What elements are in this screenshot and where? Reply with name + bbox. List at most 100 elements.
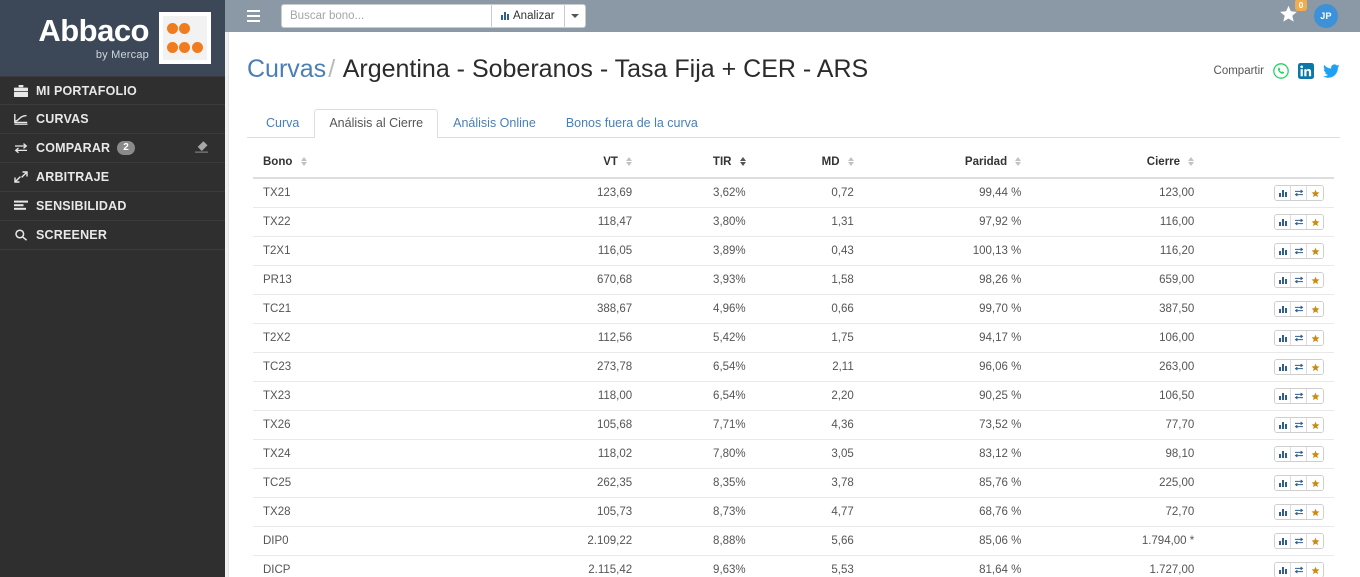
favorite-bond-button[interactable] xyxy=(1307,447,1323,461)
favorite-bond-button[interactable] xyxy=(1307,215,1323,229)
table-row[interactable]: TX24 118,02 7,80% 3,05 83,12 % 98,10 xyxy=(253,439,1334,469)
cell-bono: T2X1 xyxy=(253,236,518,266)
table-row[interactable]: PR13 670,68 3,93% 1,58 98,26 % 659,00 xyxy=(253,265,1334,295)
favorite-bond-button[interactable] xyxy=(1307,563,1323,577)
comparar-badge: 2 xyxy=(117,140,136,156)
analizar-label: Analizar xyxy=(513,10,555,22)
compare-bond-button[interactable] xyxy=(1291,331,1307,345)
compare-bond-button[interactable] xyxy=(1291,186,1307,200)
favorites-button[interactable]: 0 xyxy=(1279,0,1307,28)
compare-bond-button[interactable] xyxy=(1291,244,1307,258)
row-actions-group xyxy=(1274,301,1324,317)
tab-analisis-al-cierre[interactable]: Análisis al Cierre xyxy=(314,109,439,138)
favorite-bond-button[interactable] xyxy=(1307,534,1323,548)
compare-bond-button[interactable] xyxy=(1291,476,1307,490)
linkedin-icon[interactable] xyxy=(1298,63,1314,79)
whatsapp-icon[interactable] xyxy=(1273,63,1289,79)
table-row[interactable]: TC21 388,67 4,96% 0,66 99,70 % 387,50 xyxy=(253,294,1334,324)
favorite-bond-button[interactable] xyxy=(1307,476,1323,490)
tab-curva[interactable]: Curva xyxy=(251,109,314,138)
analyze-bond-button[interactable] xyxy=(1275,273,1291,287)
table-row[interactable]: TX26 105,68 7,71% 4,36 73,52 % 77,70 xyxy=(253,410,1334,440)
cell-actions xyxy=(1204,468,1334,498)
favorite-bond-button[interactable] xyxy=(1307,302,1323,316)
table-header-row: Bono VT TIR MD Paridad Cierre xyxy=(253,150,1334,179)
column-header-md[interactable]: MD xyxy=(755,150,864,179)
sidebar-item-sensibilidad[interactable]: SENSIBILIDAD xyxy=(0,192,225,221)
row-actions-group xyxy=(1274,359,1324,375)
table-row[interactable]: TX21 123,69 3,62% 0,72 99,44 % 123,00 xyxy=(253,178,1334,208)
compare-bond-button[interactable] xyxy=(1291,418,1307,432)
analyze-bond-button[interactable] xyxy=(1275,215,1291,229)
table-row[interactable]: T2X1 116,05 3,89% 0,43 100,13 % 116,20 xyxy=(253,236,1334,266)
compare-bond-button[interactable] xyxy=(1291,273,1307,287)
favorite-bond-button[interactable] xyxy=(1307,244,1323,258)
row-actions-group xyxy=(1274,272,1324,288)
table-row[interactable]: TC23 273,78 6,54% 2,11 96,06 % 263,00 xyxy=(253,352,1334,382)
sidebar-item-curvas[interactable]: CURVAS xyxy=(0,105,225,134)
compare-bond-button[interactable] xyxy=(1291,302,1307,316)
table-row[interactable]: TC25 262,35 8,35% 3,78 85,76 % 225,00 xyxy=(253,468,1334,498)
favorite-bond-button[interactable] xyxy=(1307,418,1323,432)
favorite-bond-button[interactable] xyxy=(1307,186,1323,200)
sidebar-item-mi-portafolio[interactable]: MI PORTAFOLIO xyxy=(0,76,225,105)
analyze-bond-button[interactable] xyxy=(1275,360,1291,374)
favorite-bond-button[interactable] xyxy=(1307,331,1323,345)
eraser-icon[interactable] xyxy=(194,140,209,156)
bar-chart-icon xyxy=(1278,305,1287,313)
analyze-bond-button[interactable] xyxy=(1275,418,1291,432)
sidebar-item-comparar[interactable]: COMPARAR 2 xyxy=(0,134,225,163)
sidebar-item-screener[interactable]: SCREENER xyxy=(0,221,225,250)
compare-bond-button[interactable] xyxy=(1291,389,1307,403)
column-header-cierre[interactable]: Cierre xyxy=(1031,150,1205,179)
cell-md: 2,11 xyxy=(755,352,864,382)
compare-bond-button[interactable] xyxy=(1291,447,1307,461)
tab-bonos-fuera-de-la-curva[interactable]: Bonos fuera de la curva xyxy=(551,109,713,138)
analyze-bond-button[interactable] xyxy=(1275,505,1291,519)
avatar[interactable]: JP xyxy=(1314,4,1338,28)
analizar-button[interactable]: Analizar xyxy=(491,4,564,28)
sidebar-item-arbitraje[interactable]: ARBITRAJE xyxy=(0,163,225,192)
sidebar-nav: MI PORTAFOLIO CURVAS COMPARAR 2 ARBITRAJ… xyxy=(0,76,225,577)
cell-paridad: 90,25 % xyxy=(863,381,1032,411)
favorite-bond-button[interactable] xyxy=(1307,273,1323,287)
favorite-bond-button[interactable] xyxy=(1307,360,1323,374)
analyze-bond-button[interactable] xyxy=(1275,447,1291,461)
row-actions-group xyxy=(1274,475,1324,491)
column-header-tir[interactable]: TIR xyxy=(642,150,756,179)
analyze-bond-button[interactable] xyxy=(1275,534,1291,548)
table-row[interactable]: T2X2 112,56 5,42% 1,75 94,17 % 106,00 xyxy=(253,323,1334,353)
analyze-bond-button[interactable] xyxy=(1275,244,1291,258)
analyze-bond-button[interactable] xyxy=(1275,476,1291,490)
cell-actions xyxy=(1204,555,1334,577)
compare-bond-button[interactable] xyxy=(1291,563,1307,577)
cell-cierre: 116,00 xyxy=(1031,207,1205,237)
analyze-bond-button[interactable] xyxy=(1275,389,1291,403)
compare-bond-button[interactable] xyxy=(1291,534,1307,548)
bonds-table-body: TX21 123,69 3,62% 0,72 99,44 % 123,00 TX22 118… xyxy=(253,178,1334,577)
table-row[interactable]: TX28 105,73 8,73% 4,77 68,76 % 72,70 xyxy=(253,497,1334,527)
analyze-bond-button[interactable] xyxy=(1275,302,1291,316)
analyze-bond-button[interactable] xyxy=(1275,186,1291,200)
favorite-bond-button[interactable] xyxy=(1307,505,1323,519)
column-header-paridad[interactable]: Paridad xyxy=(863,150,1032,179)
favorite-bond-button[interactable] xyxy=(1307,389,1323,403)
compare-bond-button[interactable] xyxy=(1291,505,1307,519)
table-row[interactable]: DIP0 2.109,22 8,88% 5,66 85,06 % 1.794,00 * xyxy=(253,526,1334,556)
analyze-bond-button[interactable] xyxy=(1275,563,1291,577)
table-row[interactable]: TX23 118,00 6,54% 2,20 90,25 % 106,50 xyxy=(253,381,1334,411)
twitter-icon[interactable] xyxy=(1323,63,1340,79)
hamburger-icon[interactable] xyxy=(247,6,267,26)
table-row[interactable]: TX22 118,47 3,80% 1,31 97,92 % 116,00 xyxy=(253,207,1334,237)
cell-cierre: 72,70 xyxy=(1031,497,1205,527)
analyze-bond-button[interactable] xyxy=(1275,331,1291,345)
compare-bond-button[interactable] xyxy=(1291,360,1307,374)
analizar-dropdown-button[interactable] xyxy=(563,4,586,28)
column-header-vt[interactable]: VT xyxy=(517,150,643,179)
tab-analisis-online[interactable]: Análisis Online xyxy=(438,109,551,138)
table-row[interactable]: DICP 2.115,42 9,63% 5,53 81,64 % 1.727,00 xyxy=(253,555,1334,577)
column-header-bono[interactable]: Bono xyxy=(253,150,518,179)
compare-bond-button[interactable] xyxy=(1291,215,1307,229)
search-input[interactable] xyxy=(281,4,491,28)
breadcrumb-curvas-link[interactable]: Curvas xyxy=(247,55,326,83)
